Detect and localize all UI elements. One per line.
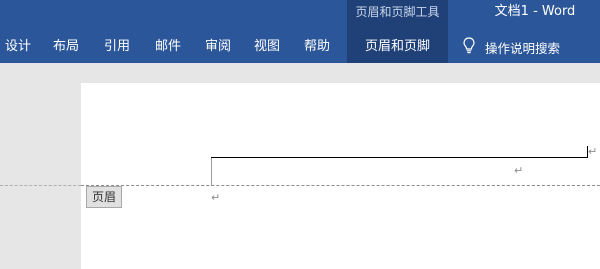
header-bottom-border	[211, 157, 588, 158]
tab-design[interactable]: 设计	[0, 37, 36, 57]
context-tab-group-label: 页眉和页脚工具	[355, 5, 440, 19]
header-tag: 页眉	[86, 186, 123, 208]
tell-me-label: 操作说明搜索	[485, 40, 561, 56]
lightbulb-icon	[463, 37, 485, 57]
tab-header-and-footer[interactable]: 页眉和页脚	[347, 37, 448, 57]
window-title: 文档1 - Word	[494, 4, 576, 19]
margin-corner-mark	[211, 157, 212, 186]
tab-layout[interactable]: 布局	[46, 37, 86, 57]
paragraph-mark-body[interactable]: ↵	[211, 192, 220, 203]
tab-help[interactable]: 帮助	[297, 37, 337, 57]
paragraph-mark-right: ↵	[588, 145, 598, 158]
tab-mailings[interactable]: 邮件	[148, 37, 188, 57]
tell-me-search[interactable]: 操作说明搜索	[463, 36, 560, 58]
tab-view[interactable]: 视图	[247, 37, 287, 57]
paragraph-mark-tab: ↵	[514, 164, 524, 177]
tab-references[interactable]: 引用	[97, 37, 137, 57]
header-boundary	[81, 185, 600, 186]
tab-review[interactable]: 审阅	[198, 37, 238, 57]
header-boundary-left	[0, 185, 81, 186]
